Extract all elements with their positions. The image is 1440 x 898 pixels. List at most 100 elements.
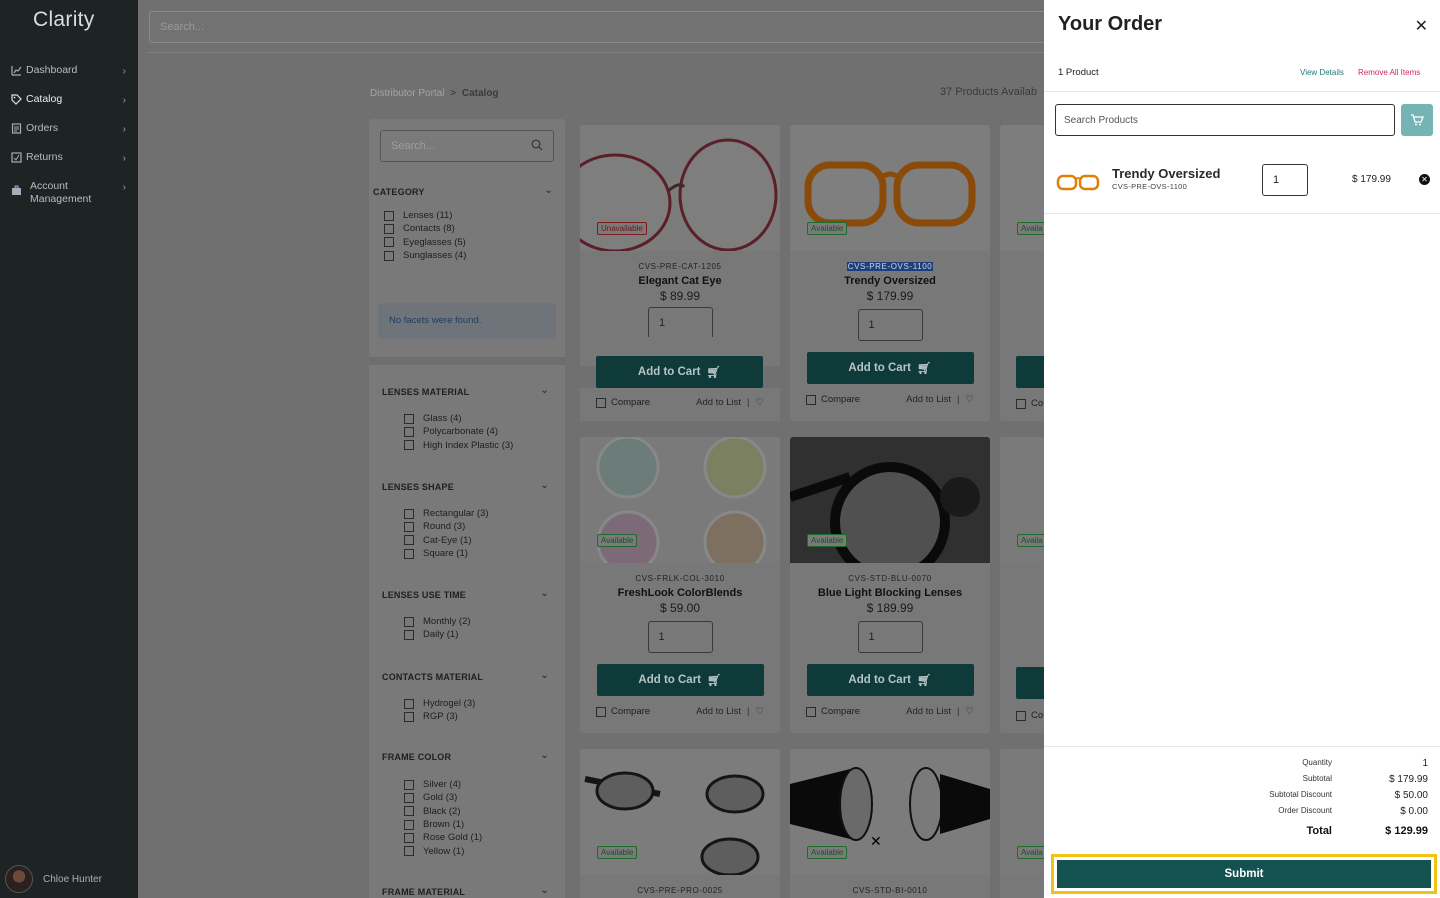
filter-option[interactable]: RGP (3) xyxy=(404,710,565,723)
filter-group-header[interactable]: FRAME COLOR ⌄ xyxy=(369,750,565,762)
filter-option[interactable]: Polycarbonate (4) xyxy=(404,425,565,438)
quantity-input[interactable]: 1 xyxy=(857,309,923,341)
product-image[interactable]: ✕ Available xyxy=(790,749,990,875)
filter-option[interactable]: Sunglasses (4) xyxy=(384,249,565,262)
checkbox[interactable] xyxy=(1016,710,1026,721)
add-to-cart-button[interactable] xyxy=(1016,356,1044,388)
checkbox[interactable] xyxy=(404,779,414,790)
checkbox[interactable] xyxy=(404,806,414,817)
chevron-down-icon[interactable]: ⌄ xyxy=(540,670,549,681)
filter-option[interactable]: Contacts (8) xyxy=(384,222,565,235)
global-search-input[interactable]: Search... xyxy=(149,11,1044,43)
checkbox[interactable] xyxy=(404,413,414,424)
search-products-input[interactable]: Search Products xyxy=(1055,104,1395,136)
product-image[interactable]: Available xyxy=(790,437,990,563)
filter-option[interactable]: Gold (3) xyxy=(404,791,565,804)
product-name[interactable]: Blue Light Blocking Lenses xyxy=(790,587,990,599)
quantity-input[interactable]: 1 xyxy=(648,307,713,339)
line-item-quantity-input[interactable]: 1 xyxy=(1262,164,1308,196)
search-icon[interactable] xyxy=(531,139,543,154)
add-to-cart-button[interactable] xyxy=(1016,667,1044,699)
sidebar-item-returns[interactable]: Returns › xyxy=(0,149,138,178)
add-to-cart-button[interactable]: Add to Cart 🛒︎ xyxy=(596,356,763,388)
add-to-order-button[interactable] xyxy=(1401,104,1433,136)
heart-icon[interactable]: ♡ xyxy=(965,394,974,405)
chevron-down-icon[interactable]: ⌄ xyxy=(540,885,549,896)
filter-option[interactable]: Black (2) xyxy=(404,805,565,818)
sidebar-item-account-management[interactable]: Account Management › xyxy=(0,178,138,218)
checkbox[interactable] xyxy=(404,521,414,532)
filter-option[interactable]: Daily (1) xyxy=(404,628,565,641)
compare-checkbox[interactable]: Compare xyxy=(596,706,650,717)
product-image[interactable]: Available xyxy=(580,749,780,875)
filter-option[interactable]: Monthly (2) xyxy=(404,615,565,628)
compare-checkbox[interactable]: Compare xyxy=(806,394,860,405)
sidebar-item-orders[interactable]: Orders › xyxy=(0,120,138,149)
add-to-list-link[interactable]: Add to List xyxy=(696,397,741,408)
filter-group-header[interactable]: CATEGORY ⌄ xyxy=(369,185,565,197)
checkbox[interactable] xyxy=(404,535,414,546)
checkbox[interactable] xyxy=(384,250,394,261)
checkbox[interactable] xyxy=(404,698,414,709)
add-to-cart-button[interactable]: Add to Cart 🛒︎ xyxy=(806,352,974,384)
filter-option[interactable]: Square (1) xyxy=(404,547,565,560)
filter-option[interactable]: Hydrogel (3) xyxy=(404,697,565,710)
checkbox[interactable] xyxy=(806,706,816,717)
breadcrumb-root[interactable]: Distributor Portal xyxy=(370,88,444,99)
checkbox[interactable] xyxy=(404,629,414,640)
checkbox[interactable] xyxy=(596,706,606,717)
checkbox[interactable] xyxy=(404,711,414,722)
close-icon[interactable]: ✕ xyxy=(1415,16,1428,36)
sidebar-item-dashboard[interactable]: Dashboard › xyxy=(0,62,138,91)
checkbox[interactable] xyxy=(404,616,414,627)
filter-group-header[interactable]: LENSES SHAPE ⌄ xyxy=(369,480,565,492)
checkbox[interactable] xyxy=(404,846,414,857)
chevron-down-icon[interactable]: ⌄ xyxy=(540,385,549,396)
filter-search-input[interactable]: Search... xyxy=(380,130,554,162)
chevron-down-icon[interactable]: ⌄ xyxy=(544,185,553,196)
checkbox[interactable] xyxy=(404,440,414,451)
quantity-input[interactable]: 1 xyxy=(857,621,923,653)
checkbox[interactable] xyxy=(404,426,414,437)
product-image[interactable]: Availa xyxy=(1000,749,1044,875)
product-name[interactable]: Trendy Oversized xyxy=(790,275,990,287)
sidebar-item-catalog[interactable]: Catalog › xyxy=(0,91,138,120)
add-to-list-link[interactable]: Add to List xyxy=(696,706,741,717)
checkbox[interactable] xyxy=(404,508,414,519)
view-details-link[interactable]: View Details xyxy=(1300,68,1344,77)
filter-option[interactable]: Silver (4) xyxy=(404,778,565,791)
add-to-list-link[interactable]: Add to List xyxy=(906,394,951,405)
checkbox[interactable] xyxy=(384,237,394,248)
product-image[interactable]: Availa xyxy=(1000,437,1044,563)
filter-option[interactable]: Yellow (1) xyxy=(404,844,565,857)
chevron-down-icon[interactable]: ⌄ xyxy=(540,588,549,599)
filter-option[interactable]: Brown (1) xyxy=(404,818,565,831)
filter-option[interactable]: Glass (4) xyxy=(404,412,565,425)
chevron-down-icon[interactable]: ⌄ xyxy=(540,480,549,491)
product-image[interactable]: Unavailable xyxy=(580,125,780,251)
heart-icon[interactable]: ♡ xyxy=(965,706,974,717)
checkbox[interactable] xyxy=(596,397,606,408)
product-image[interactable]: Availa xyxy=(1000,125,1044,251)
product-image[interactable]: Available xyxy=(790,125,990,251)
product-name[interactable]: FreshLook ColorBlends xyxy=(580,587,780,599)
quantity-input[interactable]: 1 xyxy=(647,621,713,653)
add-to-cart-button[interactable]: Add to Cart 🛒︎ xyxy=(806,664,974,696)
product-image[interactable]: Available xyxy=(580,437,780,563)
remove-item-icon[interactable]: ✕ xyxy=(1419,174,1430,185)
filter-option[interactable]: Eyeglasses (5) xyxy=(384,236,565,249)
add-to-list-link[interactable]: Add to List xyxy=(906,706,951,717)
filter-option[interactable]: Rose Gold (1) xyxy=(404,831,565,844)
filter-option[interactable]: Rectangular (3) xyxy=(404,507,565,520)
heart-icon[interactable]: ♡ xyxy=(755,706,764,717)
filter-group-header[interactable]: FRAME MATERIAL ⌄ xyxy=(369,885,565,897)
filter-option[interactable]: Cat-Eye (1) xyxy=(404,534,565,547)
compare-checkbox[interactable]: Co xyxy=(1016,710,1043,721)
heart-icon[interactable]: ♡ xyxy=(755,397,764,408)
filter-group-header[interactable]: LENSES USE TIME ⌄ xyxy=(369,588,565,600)
compare-checkbox[interactable]: Compare xyxy=(596,397,650,408)
checkbox[interactable] xyxy=(404,832,414,843)
checkbox[interactable] xyxy=(404,819,414,830)
filter-option[interactable]: High Index Plastic (3) xyxy=(404,439,565,452)
checkbox[interactable] xyxy=(404,792,414,803)
